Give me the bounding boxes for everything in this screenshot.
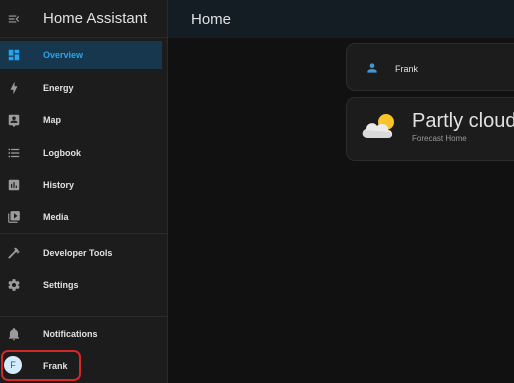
weather-card[interactable]: Partly cloudy Forecast Home <box>346 97 514 161</box>
sidebar-item-label: Developer Tools <box>43 248 113 258</box>
sidebar-item-notifications[interactable]: Notifications <box>0 320 162 348</box>
weather-source: Forecast Home <box>412 134 467 143</box>
menu-open-icon <box>8 15 20 22</box>
weather-condition: Partly cloudy <box>412 110 514 132</box>
sidebar-header: Home Assistant <box>0 0 167 38</box>
sidebar-item-label: Energy <box>43 83 74 93</box>
cog-icon <box>8 279 20 291</box>
sidebar-item-settings[interactable]: Settings <box>0 271 162 299</box>
menu-toggle-button[interactable] <box>1 6 27 32</box>
sidebar-item-label: Settings <box>43 280 79 290</box>
hammer-icon <box>8 247 20 259</box>
sidebar: Home Assistant Overview Energy Map Logbo… <box>0 0 168 383</box>
app-title: Home Assistant <box>43 10 148 27</box>
map-account-icon <box>8 114 20 127</box>
top-app-bar: Home <box>168 0 514 38</box>
sidebar-item-energy[interactable]: Energy <box>0 74 162 102</box>
sidebar-item-map[interactable]: Map <box>0 106 162 134</box>
sidebar-item-developer-tools[interactable]: Developer Tools <box>0 239 162 267</box>
sidebar-divider <box>0 316 167 317</box>
sidebar-item-label: Logbook <box>43 148 81 158</box>
lightning-bolt-icon <box>10 81 18 95</box>
partly-cloudy-icon <box>362 114 394 138</box>
chart-box-icon <box>8 179 20 191</box>
notifications-label: Notifications <box>43 329 98 339</box>
user-highlight-box <box>1 350 81 381</box>
app-root: Home Assistant Overview Energy Map Logbo… <box>0 0 514 383</box>
sidebar-item-history[interactable]: History <box>0 171 162 199</box>
sidebar-item-label: History <box>43 180 75 190</box>
sidebar-item-label: Map <box>43 115 61 125</box>
sidebar-item-media[interactable]: Media <box>0 203 162 231</box>
person-name: Frank <box>395 64 419 74</box>
sidebar-item-label: Media <box>43 212 69 222</box>
account-icon <box>367 63 377 73</box>
page-title: Home <box>191 10 232 28</box>
sidebar-item-label: Overview <box>43 50 84 60</box>
format-list-bulleted-icon <box>8 148 20 158</box>
view-dashboard-icon <box>8 49 20 61</box>
play-box-multiple-icon <box>8 211 20 223</box>
bell-icon <box>8 328 20 341</box>
sidebar-divider <box>0 233 167 234</box>
sidebar-item-overview[interactable]: Overview <box>0 41 162 69</box>
person-card[interactable]: Frank <box>346 43 514 91</box>
sidebar-item-logbook[interactable]: Logbook <box>0 139 162 167</box>
